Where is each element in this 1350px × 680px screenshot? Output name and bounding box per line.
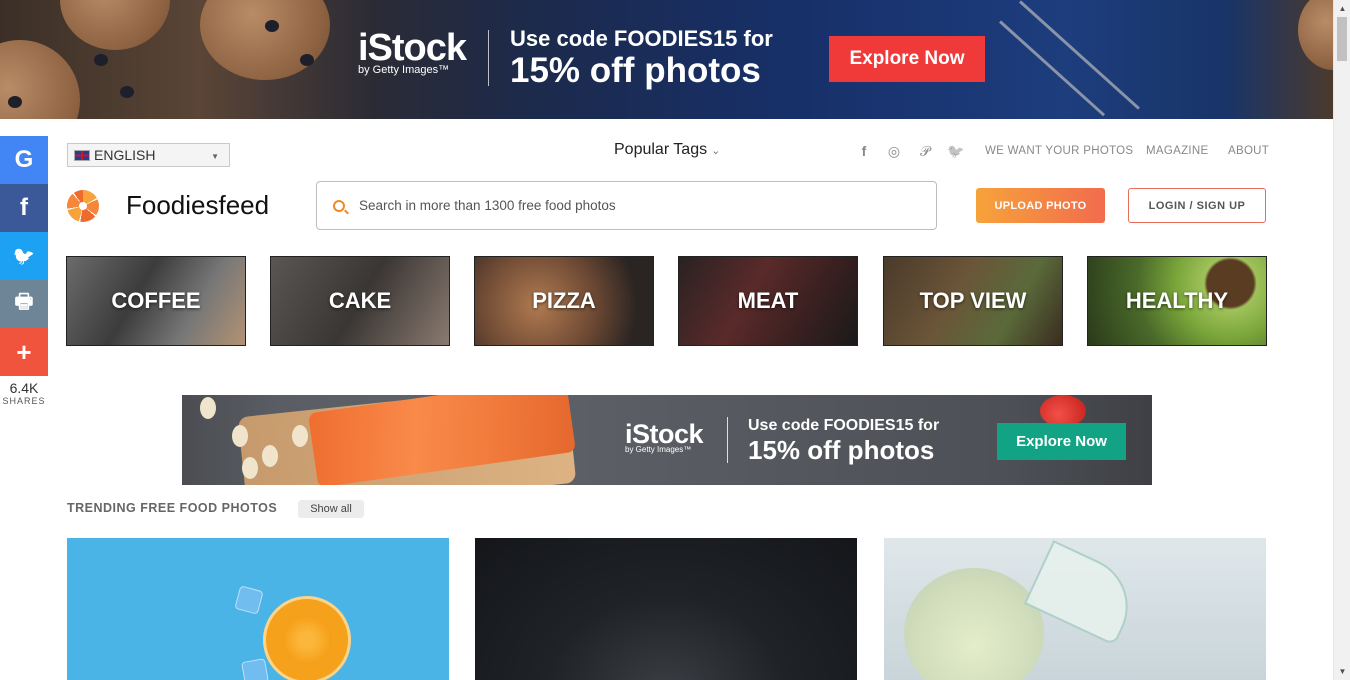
uk-flag-icon	[74, 149, 90, 161]
promo-line-2: 15% off photos	[748, 435, 935, 465]
cookie-image	[200, 0, 330, 80]
pinterest-icon[interactable]: 𝒫	[917, 143, 933, 159]
popular-tags-label: Popular Tags	[614, 141, 708, 158]
promo-text: Use code FOODIES15 for 15% off photos	[748, 416, 939, 465]
istock-brand: iStock	[358, 27, 467, 69]
twitter-icon: 🐦	[12, 245, 36, 266]
category-label: MEAT	[737, 288, 799, 313]
orange-slice	[263, 596, 351, 680]
about-link[interactable]: ABOUT	[1228, 145, 1269, 157]
search-icon	[333, 199, 345, 212]
search-bar[interactable]	[316, 181, 937, 230]
category-pizza[interactable]: PIZZA	[474, 256, 654, 346]
facebook-icon[interactable]: f	[856, 143, 872, 159]
explore-now-button[interactable]: Explore Now	[829, 36, 985, 82]
print-icon: 🖶	[14, 291, 34, 313]
category-label: COFFEE	[111, 288, 201, 313]
plus-icon: +	[16, 336, 32, 367]
magazine-link[interactable]: MAGAZINE	[1146, 145, 1208, 157]
ice-cube	[234, 585, 264, 615]
istock-logo: iStock by Getty Images™	[625, 419, 704, 455]
category-label: HEALTHY	[1125, 288, 1229, 313]
facebook-share-button[interactable]: f	[0, 184, 48, 232]
trending-heading: TRENDING FREE FOOD PHOTOS	[67, 501, 278, 515]
mid-ad-banner[interactable]: iStock by Getty Images™ Use code FOODIES…	[182, 395, 1152, 485]
twitter-share-button[interactable]: 🐦	[0, 232, 48, 280]
photo-thumbnail[interactable]	[884, 538, 1266, 680]
category-label: TOP VIEW	[919, 288, 1027, 313]
photo-thumbnail[interactable]	[67, 538, 449, 680]
share-count-number: 6.4K	[9, 380, 39, 396]
share-bar: G f 🐦 🖶 + 6.4K SHARES	[0, 136, 48, 406]
category-label: CAKE	[328, 288, 392, 313]
category-coffee[interactable]: COFFEE	[66, 256, 246, 346]
istock-logo: iStock by Getty Images™	[358, 27, 467, 76]
promo-line-1: Use code FOODIES15 for	[510, 26, 773, 51]
cooling-rack	[998, 20, 1106, 117]
ice-cube	[241, 658, 269, 680]
photo-thumbnail[interactable]	[475, 538, 857, 680]
chip	[300, 54, 314, 66]
language-select[interactable]: ENGLISH ▼	[67, 143, 230, 167]
login-signup-button[interactable]: LOGIN / SIGN UP	[1128, 188, 1266, 223]
istock-brand: iStock	[625, 419, 704, 449]
promo-text: Use code FOODIES15 for 15% off photos	[510, 26, 773, 90]
search-input[interactable]	[359, 198, 919, 213]
promo-line-1: Use code FOODIES15 for	[748, 417, 940, 434]
google-share-button[interactable]: G	[0, 136, 48, 184]
category-top-view[interactable]: TOP VIEW	[883, 256, 1063, 346]
cookie-image	[60, 0, 170, 50]
nut	[242, 457, 258, 479]
nut	[232, 425, 248, 447]
popular-tags-dropdown[interactable]: Popular Tags ⌄	[614, 141, 720, 159]
divider	[727, 417, 728, 463]
page: iStock by Getty Images™ Use code FOODIES…	[0, 0, 1350, 680]
show-all-button[interactable]: Show all	[298, 500, 364, 518]
google-icon: G	[14, 146, 34, 173]
chip	[94, 54, 108, 66]
language-label: ENGLISH	[94, 147, 156, 163]
chip	[120, 86, 134, 98]
divider	[488, 30, 489, 86]
dropdown-caret-icon: ▼	[211, 152, 219, 161]
scroll-thumb[interactable]	[1337, 17, 1347, 61]
scroll-up-arrow-icon[interactable]: ▲	[1334, 0, 1350, 17]
scroll-down-arrow-icon[interactable]: ▼	[1334, 663, 1350, 680]
instagram-icon[interactable]: ◎	[886, 143, 902, 159]
site-logo-text[interactable]: Foodiesfeed	[126, 190, 269, 221]
explore-now-button[interactable]: Explore Now	[997, 423, 1126, 460]
category-label: PIZZA	[532, 288, 596, 313]
twitter-icon[interactable]: 🐦	[947, 143, 964, 159]
chip	[265, 20, 279, 32]
promo-line-2: 15% off photos	[510, 51, 761, 90]
more-share-button[interactable]: +	[0, 328, 48, 376]
glass	[904, 568, 1044, 680]
scrollbar[interactable]: ▲ ▼	[1333, 0, 1350, 680]
category-healthy[interactable]: HEALTHY	[1087, 256, 1267, 346]
nut	[200, 397, 216, 419]
share-count-label: SHARES	[2, 396, 46, 406]
top-ad-banner[interactable]: iStock by Getty Images™ Use code FOODIES…	[0, 0, 1333, 119]
chip	[8, 96, 22, 108]
category-cake[interactable]: CAKE	[270, 256, 450, 346]
cookie-image	[1298, 0, 1333, 70]
facebook-icon: f	[20, 194, 28, 221]
foodiesfeed-logo-icon[interactable]	[67, 190, 99, 222]
upload-photo-button[interactable]: UPLOAD PHOTO	[976, 188, 1105, 223]
category-meat[interactable]: MEAT	[678, 256, 858, 346]
nut	[292, 425, 308, 447]
we-want-your-photos-link[interactable]: WE WANT YOUR PHOTOS	[985, 145, 1133, 157]
chevron-down-icon: ⌄	[711, 145, 721, 157]
print-share-button[interactable]: 🖶	[0, 280, 48, 328]
nut	[262, 445, 278, 467]
share-count: 6.4K SHARES	[0, 376, 48, 406]
